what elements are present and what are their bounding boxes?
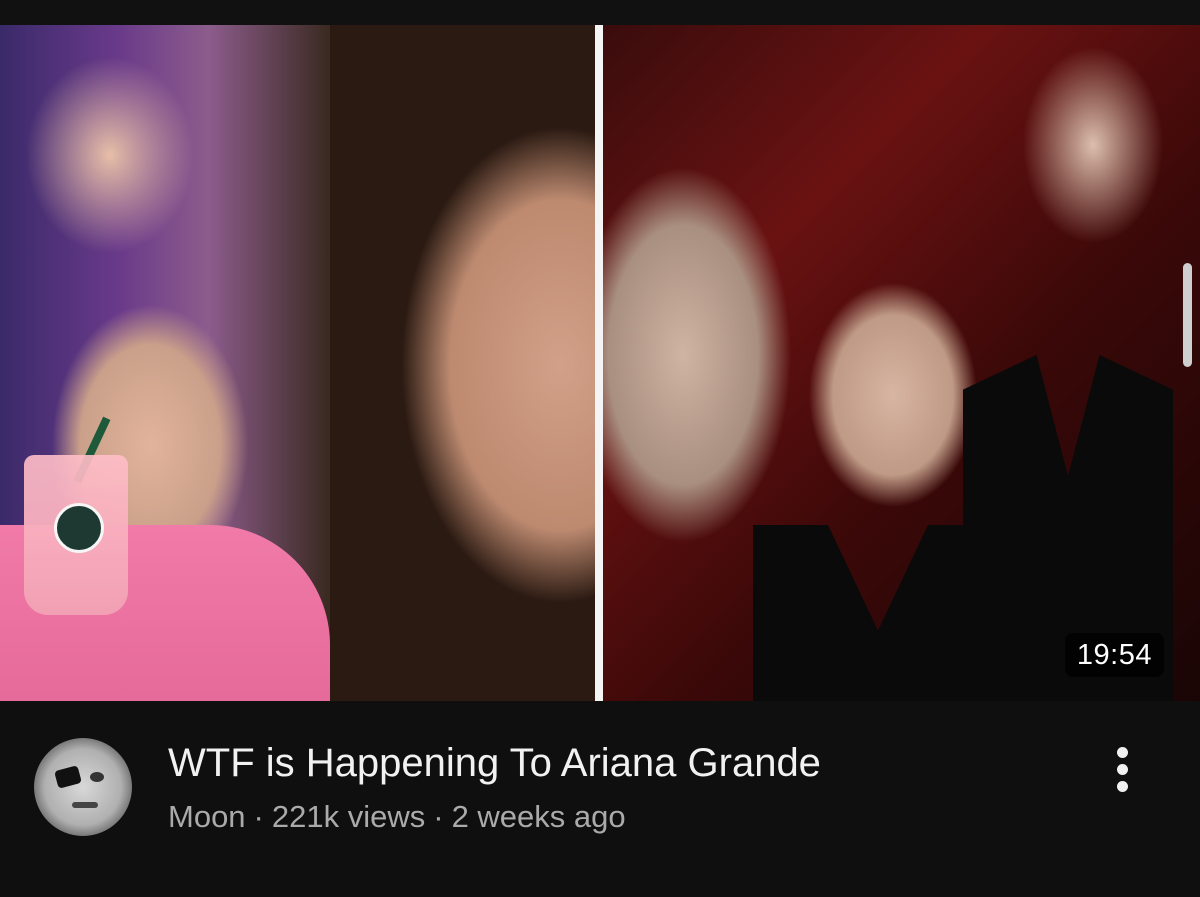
upload-age: 2 weeks ago (451, 799, 626, 834)
more-dot (1116, 763, 1128, 775)
top-bar (0, 0, 1200, 25)
meta-separator: · (253, 799, 264, 834)
avatar-eye-patch (54, 765, 82, 789)
scroll-indicator[interactable] (1183, 263, 1192, 367)
more-dot (1116, 746, 1128, 758)
channel-name[interactable]: Moon (168, 799, 246, 834)
duration-badge: 19:54 (1064, 633, 1164, 677)
cup-logo-shape (54, 503, 104, 553)
face-closeup-shape (330, 25, 596, 701)
more-dot (1116, 780, 1128, 792)
drink-cup-shape (24, 455, 128, 615)
channel-avatar[interactable] (34, 738, 132, 836)
video-info: WTF is Happening To Ariana Grande Moon · 2… (0, 701, 1200, 897)
thumbnail-left-half (0, 25, 596, 701)
view-count: 221k views (271, 799, 426, 834)
video-title[interactable]: WTF is Happening To Ariana Grande (168, 739, 1048, 787)
thumbnail-right-half (603, 25, 1200, 701)
avatar-mouth (72, 802, 98, 808)
more-vertical-icon[interactable] (1100, 741, 1144, 797)
youtube-video-card-screen: 19:54 WTF is Happening To Ariana Grande … (0, 0, 1200, 897)
avatar-eye (90, 772, 104, 782)
video-thumbnail[interactable]: 19:54 (0, 25, 1200, 701)
meta-separator: · (433, 799, 444, 834)
thumbnail-divider (595, 25, 603, 701)
video-meta: Moon · 221k views · 2 weeks ago (168, 798, 626, 836)
